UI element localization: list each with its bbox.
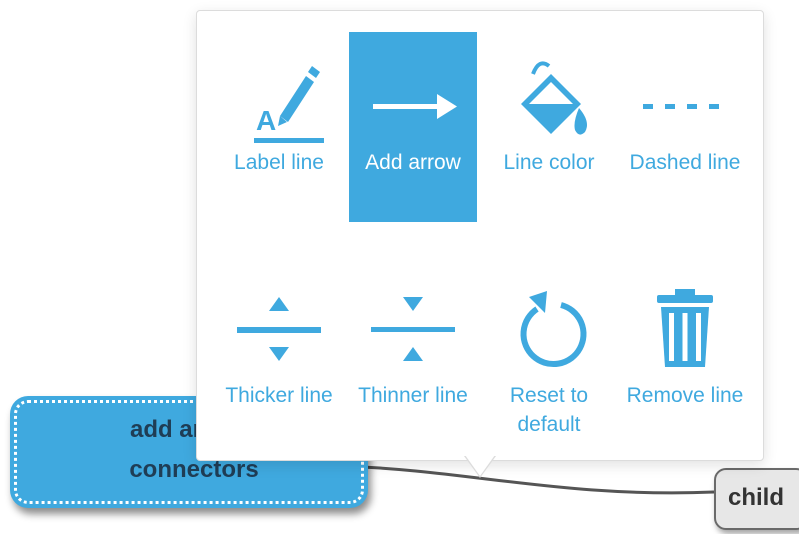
thicker-line-icon: [215, 283, 343, 379]
menu-item-add-arrow[interactable]: Add arrow: [349, 32, 477, 222]
menu-item-label-line[interactable]: A Label line: [215, 32, 343, 222]
menu-item-reset-default[interactable]: Reset to default: [485, 277, 613, 467]
menu-item-label: Thinner line: [358, 384, 468, 407]
menu-item-label: Dashed line: [629, 151, 741, 174]
menu-item-dashed-line[interactable]: Dashed line: [621, 32, 749, 222]
menu-item-thicker-line[interactable]: Thicker line: [215, 277, 343, 467]
label-line-icon: A: [215, 48, 343, 144]
menu-item-label: Reset to default: [509, 384, 589, 436]
menu-item-label: Label line: [234, 151, 324, 174]
svg-text:A: A: [256, 105, 276, 136]
reset-icon: [485, 283, 613, 379]
menu-item-line-color[interactable]: Line color: [485, 32, 613, 222]
paint-bucket-icon: [485, 48, 613, 144]
menu-item-label: Remove line: [626, 384, 744, 407]
popup-pointer-fill: [465, 455, 495, 476]
connector-menu-popup: A Label line Add arrow Line color Dashed…: [196, 10, 764, 461]
menu-item-remove-line[interactable]: Remove line: [621, 277, 749, 467]
dashed-line-icon: [621, 48, 749, 144]
thinner-line-icon: [349, 283, 477, 379]
arrow-right-icon: [349, 48, 477, 144]
menu-item-label: Add arrow: [365, 151, 461, 174]
menu-item-label: Line color: [503, 151, 595, 174]
menu-item-label: Thicker line: [225, 384, 333, 407]
child-node[interactable]: child: [714, 468, 799, 530]
trash-icon: [621, 283, 749, 379]
mindmap-canvas: add arrows connectors child A Label line: [0, 0, 799, 534]
menu-item-thinner-line[interactable]: Thinner line: [349, 277, 477, 467]
child-node-label: child: [728, 484, 785, 511]
